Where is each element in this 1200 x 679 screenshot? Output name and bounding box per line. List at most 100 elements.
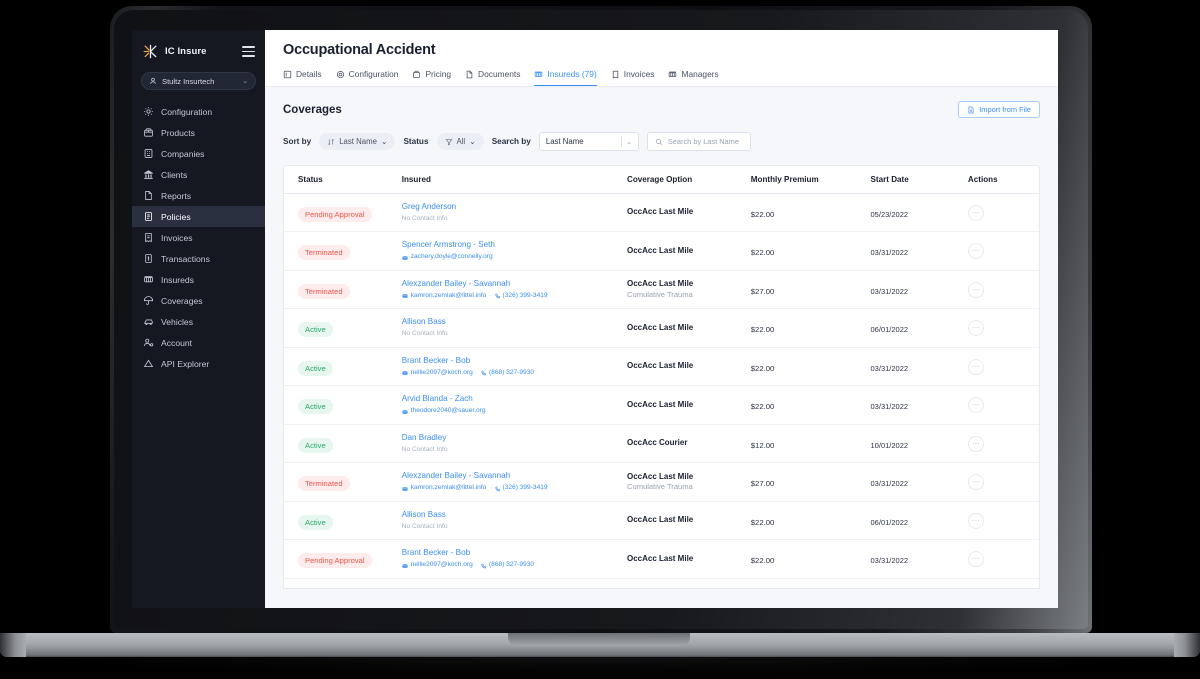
insured-name-link[interactable]: Alexzander Bailey - Savannah [402,471,627,482]
insured-phone[interactable]: (868) 327-9930 [481,561,534,570]
sidebar-item-policies[interactable]: Policies [132,206,265,227]
page-title: Occupational Accident [283,42,436,58]
column-header-monthly-premium[interactable]: Monthly Premium [750,166,871,194]
insured-name-link[interactable]: Arvid Blanda - Zach [402,587,627,588]
table-row[interactable]: Pending Approval Brant Becker - Bob nellie… [284,539,1039,579]
table-row[interactable]: ActiveArvid Blanda - Zachtheodore2040@sa… [284,385,1039,425]
insured-email[interactable]: kamron.zemlak@littel.info [411,484,487,493]
sidebar-item-reports[interactable]: Reports [132,185,265,206]
insured-name-link[interactable]: Alexzander Bailey - Savannah [402,279,627,290]
column-header-start-date[interactable]: Start Date [870,166,968,194]
tab-insureds[interactable]: Insureds (79) [534,69,597,86]
search-input[interactable] [667,137,743,146]
insured-email[interactable]: zachery.doyle@connelly.org [411,253,493,262]
sidebar-item-products[interactable]: Products [132,122,265,143]
insured-name-link[interactable]: Brant Becker - Bob [402,548,627,559]
column-header-status[interactable]: Status [284,166,402,194]
table-row[interactable]: Active Allison Bass No Contact Info OccAcc … [284,501,1039,541]
sidebar-item-clients[interactable]: Clients [132,164,265,185]
insured-name-link[interactable]: Allison Bass [402,317,627,328]
org-switcher[interactable]: Stultz Insurtech ⌄ [141,72,256,90]
ellipsis-icon[interactable]: ··· [967,358,984,375]
ellipsis-icon[interactable]: ··· [967,397,984,414]
sidebar-item-label: Products [161,127,195,138]
ellipsis-icon[interactable]: ··· [967,281,984,298]
table-row[interactable]: Terminated Alexzander Bailey - Savannah ka… [284,462,1039,502]
insured-name-link[interactable]: Greg Anderson [402,202,627,213]
cell-actions: ··· [967,308,1039,348]
table-row[interactable]: ActiveArvid Blanda - Zachtheodore2040@sa… [284,578,1039,588]
tab-pricing[interactable]: Pricing [412,69,451,86]
sidebar-item-invoices[interactable]: Invoices [132,227,265,248]
tab-managers[interactable]: Managers [668,69,719,86]
status-badge: Pending Approval [298,553,372,569]
table-row[interactable]: Active Dan Bradley No Contact Info OccAcc C… [284,424,1039,464]
sidebar-item-label: Reports [161,190,192,201]
table-row[interactable]: Terminated Alexzander Bailey - Savannah ka… [284,270,1039,310]
people-icon [143,274,154,285]
insured-email[interactable]: kamron.zemlak@littel.info [411,292,487,301]
tab-invoices[interactable]: Invoices [611,69,655,86]
user-icon [149,77,157,85]
search-by-value: Last Name [545,137,584,146]
import-from-file-button[interactable]: Import from File [958,101,1040,118]
insured-email[interactable]: nellie2097@koch.org [411,561,473,570]
ellipsis-icon[interactable]: ··· [967,435,984,452]
table-row[interactable]: Active Brant Becker - Bob nellie2097@koch.… [284,347,1039,387]
tab-label: Invoices [623,69,655,79]
monthly-premium: $22.00 [750,556,775,566]
status-dropdown[interactable]: All ⌄ [436,133,484,150]
monthly-premium: $27.00 [750,479,775,489]
tab-documents[interactable]: Documents [465,69,520,86]
ellipsis-icon[interactable]: ··· [967,551,984,568]
chevron-down-icon: ⌄ [380,137,388,146]
sidebar-item-coverages[interactable]: Coverages [132,290,265,311]
tab-label: Managers [681,69,719,79]
monthly-premium: $27.00 [750,286,775,296]
insured-name-link[interactable]: Brant Becker - Bob [402,356,627,367]
hamburger-icon[interactable] [242,46,255,57]
sidebar-item-transactions[interactable]: Transactions [132,248,265,269]
search-by-select[interactable]: Last Name ⌄ [538,132,639,151]
insured-phone[interactable]: (326) 399-3419 [494,484,548,493]
column-header-insured[interactable]: Insured [401,166,627,194]
ellipsis-icon[interactable]: ··· [967,320,984,337]
status-badge: Terminated [298,476,350,492]
column-header-coverage-option[interactable]: Coverage Option [626,166,751,194]
ellipsis-icon[interactable]: ··· [967,512,984,529]
coverages-table-wrapper: Status Insured Coverage Option Monthly P… [283,165,1040,589]
insured-name-link[interactable]: Arvid Blanda - Zach [402,394,627,405]
document-icon [465,70,474,79]
insured-name-link[interactable]: Spencer Armstrong - Seth [402,240,627,251]
table-row[interactable]: Pending Approval Greg Anderson No Contact … [284,193,1039,233]
insured-name-link[interactable]: Dan Bradley [402,433,627,444]
sidebar-item-vehicles[interactable]: Vehicles [132,311,265,332]
sidebar-item-api-explorer[interactable]: API Explorer [132,353,265,374]
insured-email[interactable]: theodore2040@sauer.org [411,407,486,416]
import-label: Import from File [979,105,1031,114]
tab-configuration[interactable]: Configuration [336,69,399,86]
insured-email[interactable]: nellie2097@koch.org [411,369,473,378]
insured-phone[interactable]: (868) 327-9930 [481,369,534,378]
insured-name-link[interactable]: Allison Bass [402,510,627,521]
cell-status: Pending Approval [284,193,402,233]
cell-status: Terminated [284,270,402,310]
policy-icon [143,211,154,222]
tab-label: Configuration [348,69,399,79]
sidebar-item-configuration[interactable]: Configuration [132,101,265,122]
sidebar-item-account[interactable]: Account [132,332,265,353]
table-row[interactable]: Terminated Spencer Armstrong - Seth zacher… [284,231,1039,271]
status-badge: Active [298,437,333,453]
sort-by-dropdown[interactable]: Last Name ⌄ [319,133,396,150]
sidebar-item-insureds[interactable]: Insureds [132,269,265,290]
cell-coverage-option: OccAcc Last Mile [626,193,751,233]
insured-phone[interactable]: (326) 399-3419 [494,292,548,301]
table-row[interactable]: Active Allison Bass No Contact Info OccAcc … [284,308,1039,348]
start-date: 06/01/2022 [870,325,909,335]
search-input-wrapper[interactable] [646,132,751,151]
ellipsis-icon[interactable]: ··· [967,474,984,491]
ellipsis-icon[interactable]: ··· [967,243,984,260]
sidebar-item-companies[interactable]: Companies [132,143,265,164]
tab-details[interactable]: Details [283,69,322,86]
ellipsis-icon[interactable]: ··· [967,204,984,221]
